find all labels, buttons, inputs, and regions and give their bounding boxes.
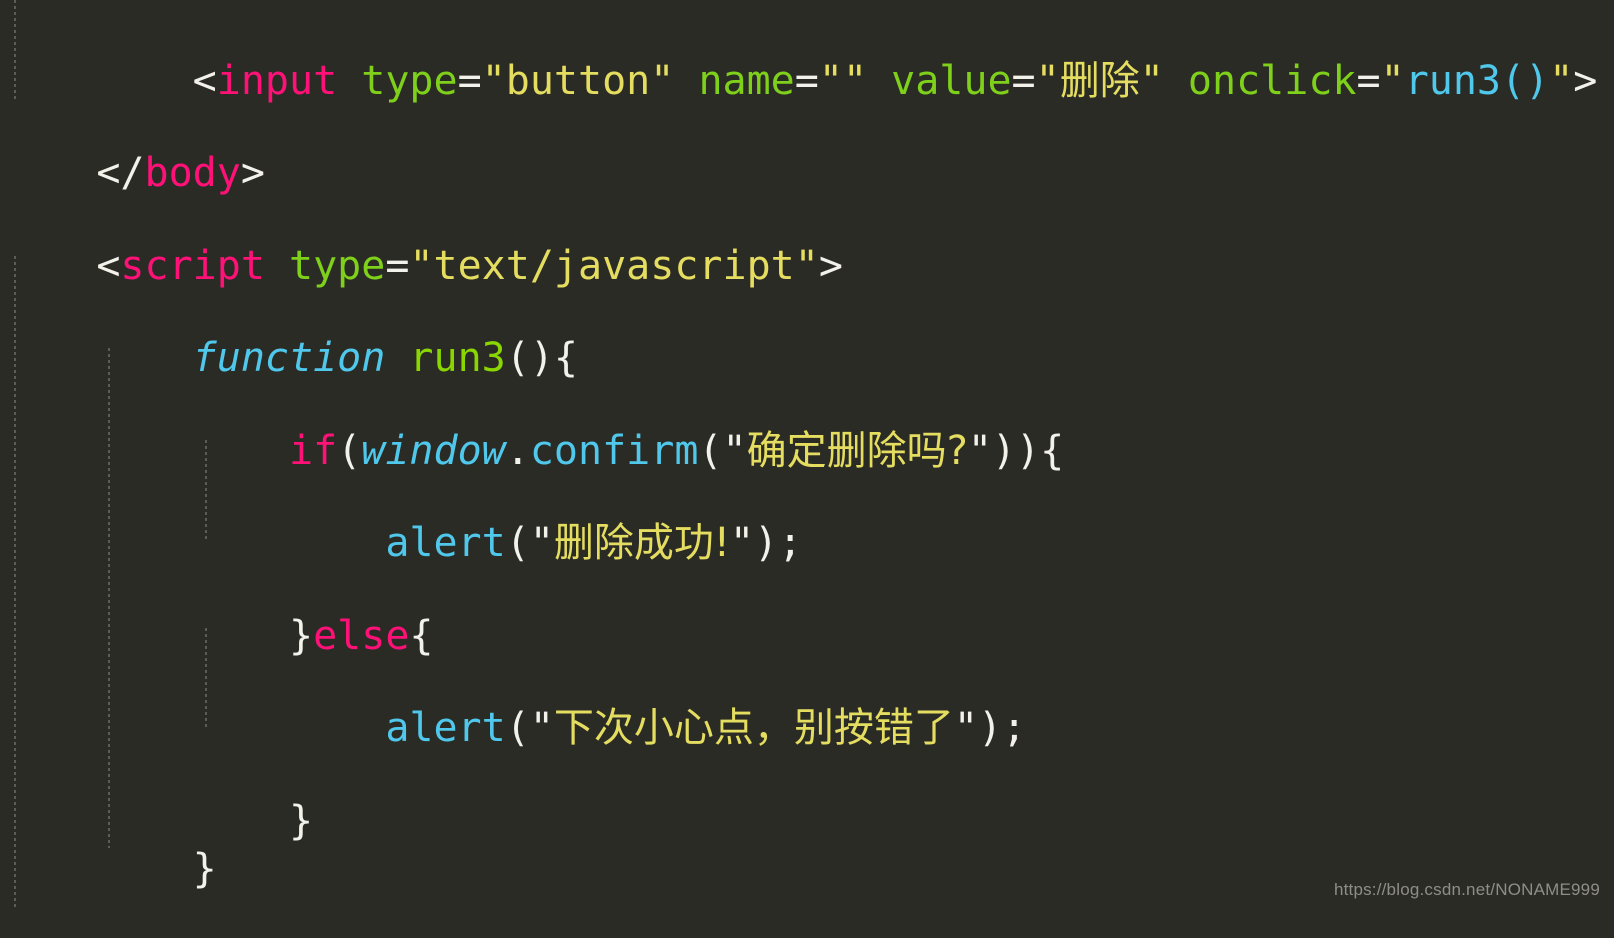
line7-indent: [96, 613, 289, 659]
csdn-watermark: https://blog.csdn.net/NONAME999: [1333, 880, 1600, 899]
line8-indent: [96, 705, 385, 751]
line1-close-bracket: >: [1573, 58, 1598, 104]
line5-indent: [96, 428, 289, 474]
line5-paren-open: (: [337, 428, 362, 474]
line1-value-text: 删除: [1059, 58, 1140, 104]
line1-tag-name: input: [216, 58, 338, 104]
line1-attr-value: value: [891, 58, 1012, 104]
line1-space-1: [337, 58, 361, 104]
line3-attr-type: type: [289, 243, 386, 289]
line5-method-confirm: confirm: [529, 428, 699, 474]
code-line-10[interactable]: }: [0, 800, 217, 938]
line8-function-alert: alert: [385, 705, 506, 751]
line7-keyword-else: else: [313, 613, 410, 659]
line10-brace: }: [192, 846, 217, 892]
line3-eq: =: [385, 243, 410, 289]
line1-value-quote-close: ": [1139, 58, 1164, 104]
code-editor-viewport: <input type="button" name="" value="删除" …: [0, 0, 1614, 908]
line9-brace: }: [288, 798, 314, 844]
line3-space: [265, 243, 289, 289]
line5-string-text: 确定删除吗?: [746, 428, 968, 474]
line5-call-open: (": [698, 428, 747, 474]
line2-tag-name: body: [144, 150, 241, 196]
line6-function-alert: alert: [385, 520, 506, 566]
line3-tag-name: script: [120, 243, 265, 289]
line1-handler-quote-open: ": [1380, 58, 1405, 104]
line6-string-text: 删除成功!: [553, 520, 730, 566]
line1-value-quote-open: ": [1035, 58, 1060, 104]
line7-brace-open: {: [409, 613, 434, 659]
line1-space-3: [867, 58, 891, 104]
line8-call-open: (": [505, 705, 554, 751]
line5-dot: .: [505, 428, 530, 474]
line1-attr-name: name: [698, 58, 795, 104]
line3-open-bracket: <: [96, 243, 121, 289]
line8-string-text: 下次小心点，别按错了: [553, 705, 954, 751]
line8-call-close: ");: [953, 705, 1027, 751]
line10-indent: [96, 846, 192, 892]
line1-value-name: "": [818, 58, 868, 104]
line3-value-type: "text/javascript": [409, 243, 819, 289]
line1-attr-onclick: onclick: [1187, 58, 1357, 104]
line2-close: >: [240, 150, 265, 196]
line1-attr-type: type: [361, 58, 458, 104]
line4-keyword-function: function: [192, 335, 386, 381]
line1-eq-1: =: [457, 58, 482, 104]
line4-function-name: run3: [409, 335, 506, 381]
line1-eq-4: =: [1356, 58, 1381, 104]
line5-keyword-if: if: [288, 428, 338, 474]
line4-parens: (){: [505, 335, 578, 381]
line6-call-open: (": [505, 520, 554, 566]
line6-indent: [96, 520, 385, 566]
line7-brace-close: }: [288, 613, 314, 659]
line1-value-type: "button": [481, 58, 675, 104]
line4-space: [385, 335, 409, 381]
line1-space-2: [674, 58, 698, 104]
line5-object-window: window: [361, 428, 506, 474]
line1-space-4: [1164, 58, 1188, 104]
line5-call-close: ")){: [967, 428, 1065, 474]
line1-eq-2: =: [794, 58, 819, 104]
line1-handler-call: run3(): [1404, 58, 1550, 104]
line3-close-bracket: >: [818, 243, 843, 289]
line1-open-bracket: <: [192, 58, 217, 104]
line6-call-close: ");: [729, 520, 803, 566]
line1-indent: [96, 58, 192, 104]
line4-indent: [96, 335, 192, 381]
line1-eq-3: =: [1011, 58, 1036, 104]
line2-open: </: [96, 150, 145, 196]
line1-handler-quote-close: ": [1549, 58, 1574, 104]
